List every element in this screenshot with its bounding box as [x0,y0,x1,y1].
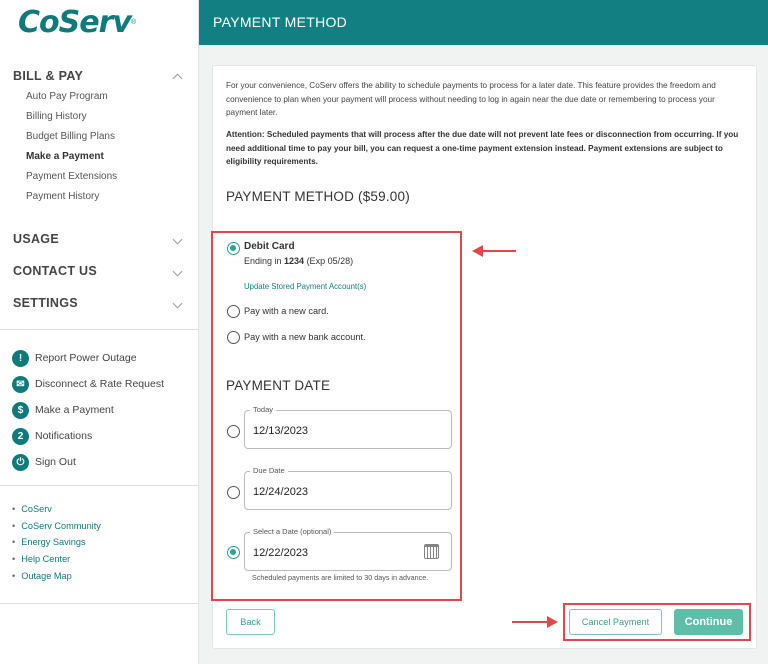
nav-section-usage[interactable]: USAGE [13,232,185,246]
sidebar: CoServ ® BILL & PAY Auto Pay Program Bill… [0,0,199,664]
chevron-down-icon [172,234,183,244]
subnav-item-payment-history[interactable]: Payment History [26,190,117,210]
footer-link-coserv[interactable]: CoServ [12,504,101,521]
page-header: PAYMENT METHOD [199,0,768,45]
footer-link-help-center[interactable]: Help Center [12,554,101,571]
footer-link-community[interactable]: CoServ Community [12,521,101,538]
power-icon: ⏻ [12,453,29,471]
quick-link-report-outage[interactable]: ! Report Power Outage [12,345,164,371]
sidebar-divider [0,329,199,330]
intro-text: For your convenience, CoServ offers the … [226,81,716,117]
chevron-down-icon [172,298,183,308]
envelope-icon: ✉ [12,375,29,393]
subnav-item-auto-pay[interactable]: Auto Pay Program [26,90,117,110]
quick-link-notifications[interactable]: 2 Notifications [12,423,164,449]
quick-link-disconnect-rate[interactable]: ✉ Disconnect & Rate Request [12,371,164,397]
attention-text: Attention: Scheduled payments that will … [226,130,739,166]
quick-link-label: Report Power Outage [35,352,137,364]
payment-method-title: PAYMENT METHOD ($59.00) [226,189,410,204]
chevron-down-icon [172,266,183,276]
exclamation-icon: ! [12,349,29,367]
highlight-box-action-buttons [563,603,751,641]
nav-section-label: SETTINGS [13,296,78,310]
notification-count-icon: 2 [12,427,29,445]
subnav-item-budget-billing[interactable]: Budget Billing Plans [26,130,117,150]
quick-link-label: Make a Payment [35,404,114,416]
footer-link-energy-savings[interactable]: Energy Savings [12,537,101,554]
logo-text: CoServ [18,5,132,40]
nav-section-contact-us[interactable]: CONTACT US [13,264,185,278]
quick-link-label: Notifications [35,430,93,442]
bill-pay-subnav: Auto Pay Program Billing History Budget … [26,90,117,210]
nav-section-label: CONTACT US [13,264,98,278]
coserv-logo[interactable]: CoServ ® [0,0,198,45]
nav-section-label: USAGE [13,232,59,246]
subnav-item-make-payment[interactable]: Make a Payment [26,150,117,170]
page-title: PAYMENT METHOD [213,14,348,30]
footer-links: CoServ CoServ Community Energy Savings H… [12,504,101,587]
subnav-item-billing-history[interactable]: Billing History [26,110,117,130]
sidebar-divider [0,485,199,486]
nav-section-settings[interactable]: SETTINGS [13,296,185,310]
dollar-icon: $ [12,401,29,419]
chevron-up-icon [172,73,183,83]
quick-link-label: Disconnect & Rate Request [35,378,164,390]
quick-link-label: Sign Out [35,456,76,468]
logo-registered-mark: ® [130,19,137,26]
nav-section-label: BILL & PAY [13,69,84,83]
nav-section-bill-pay[interactable]: BILL & PAY [13,69,185,83]
footer-link-outage-map[interactable]: Outage Map [12,571,101,588]
quick-links: ! Report Power Outage ✉ Disconnect & Rat… [12,345,164,475]
quick-link-sign-out[interactable]: ⏻ Sign Out [12,449,164,475]
annotation-arrow-right [512,616,558,628]
sidebar-divider [0,603,199,604]
back-button[interactable]: Back [226,609,275,635]
subnav-item-payment-extensions[interactable]: Payment Extensions [26,170,117,190]
annotation-arrow-left [472,245,516,257]
highlight-box-payment-options [211,231,462,601]
quick-link-make-payment[interactable]: $ Make a Payment [12,397,164,423]
